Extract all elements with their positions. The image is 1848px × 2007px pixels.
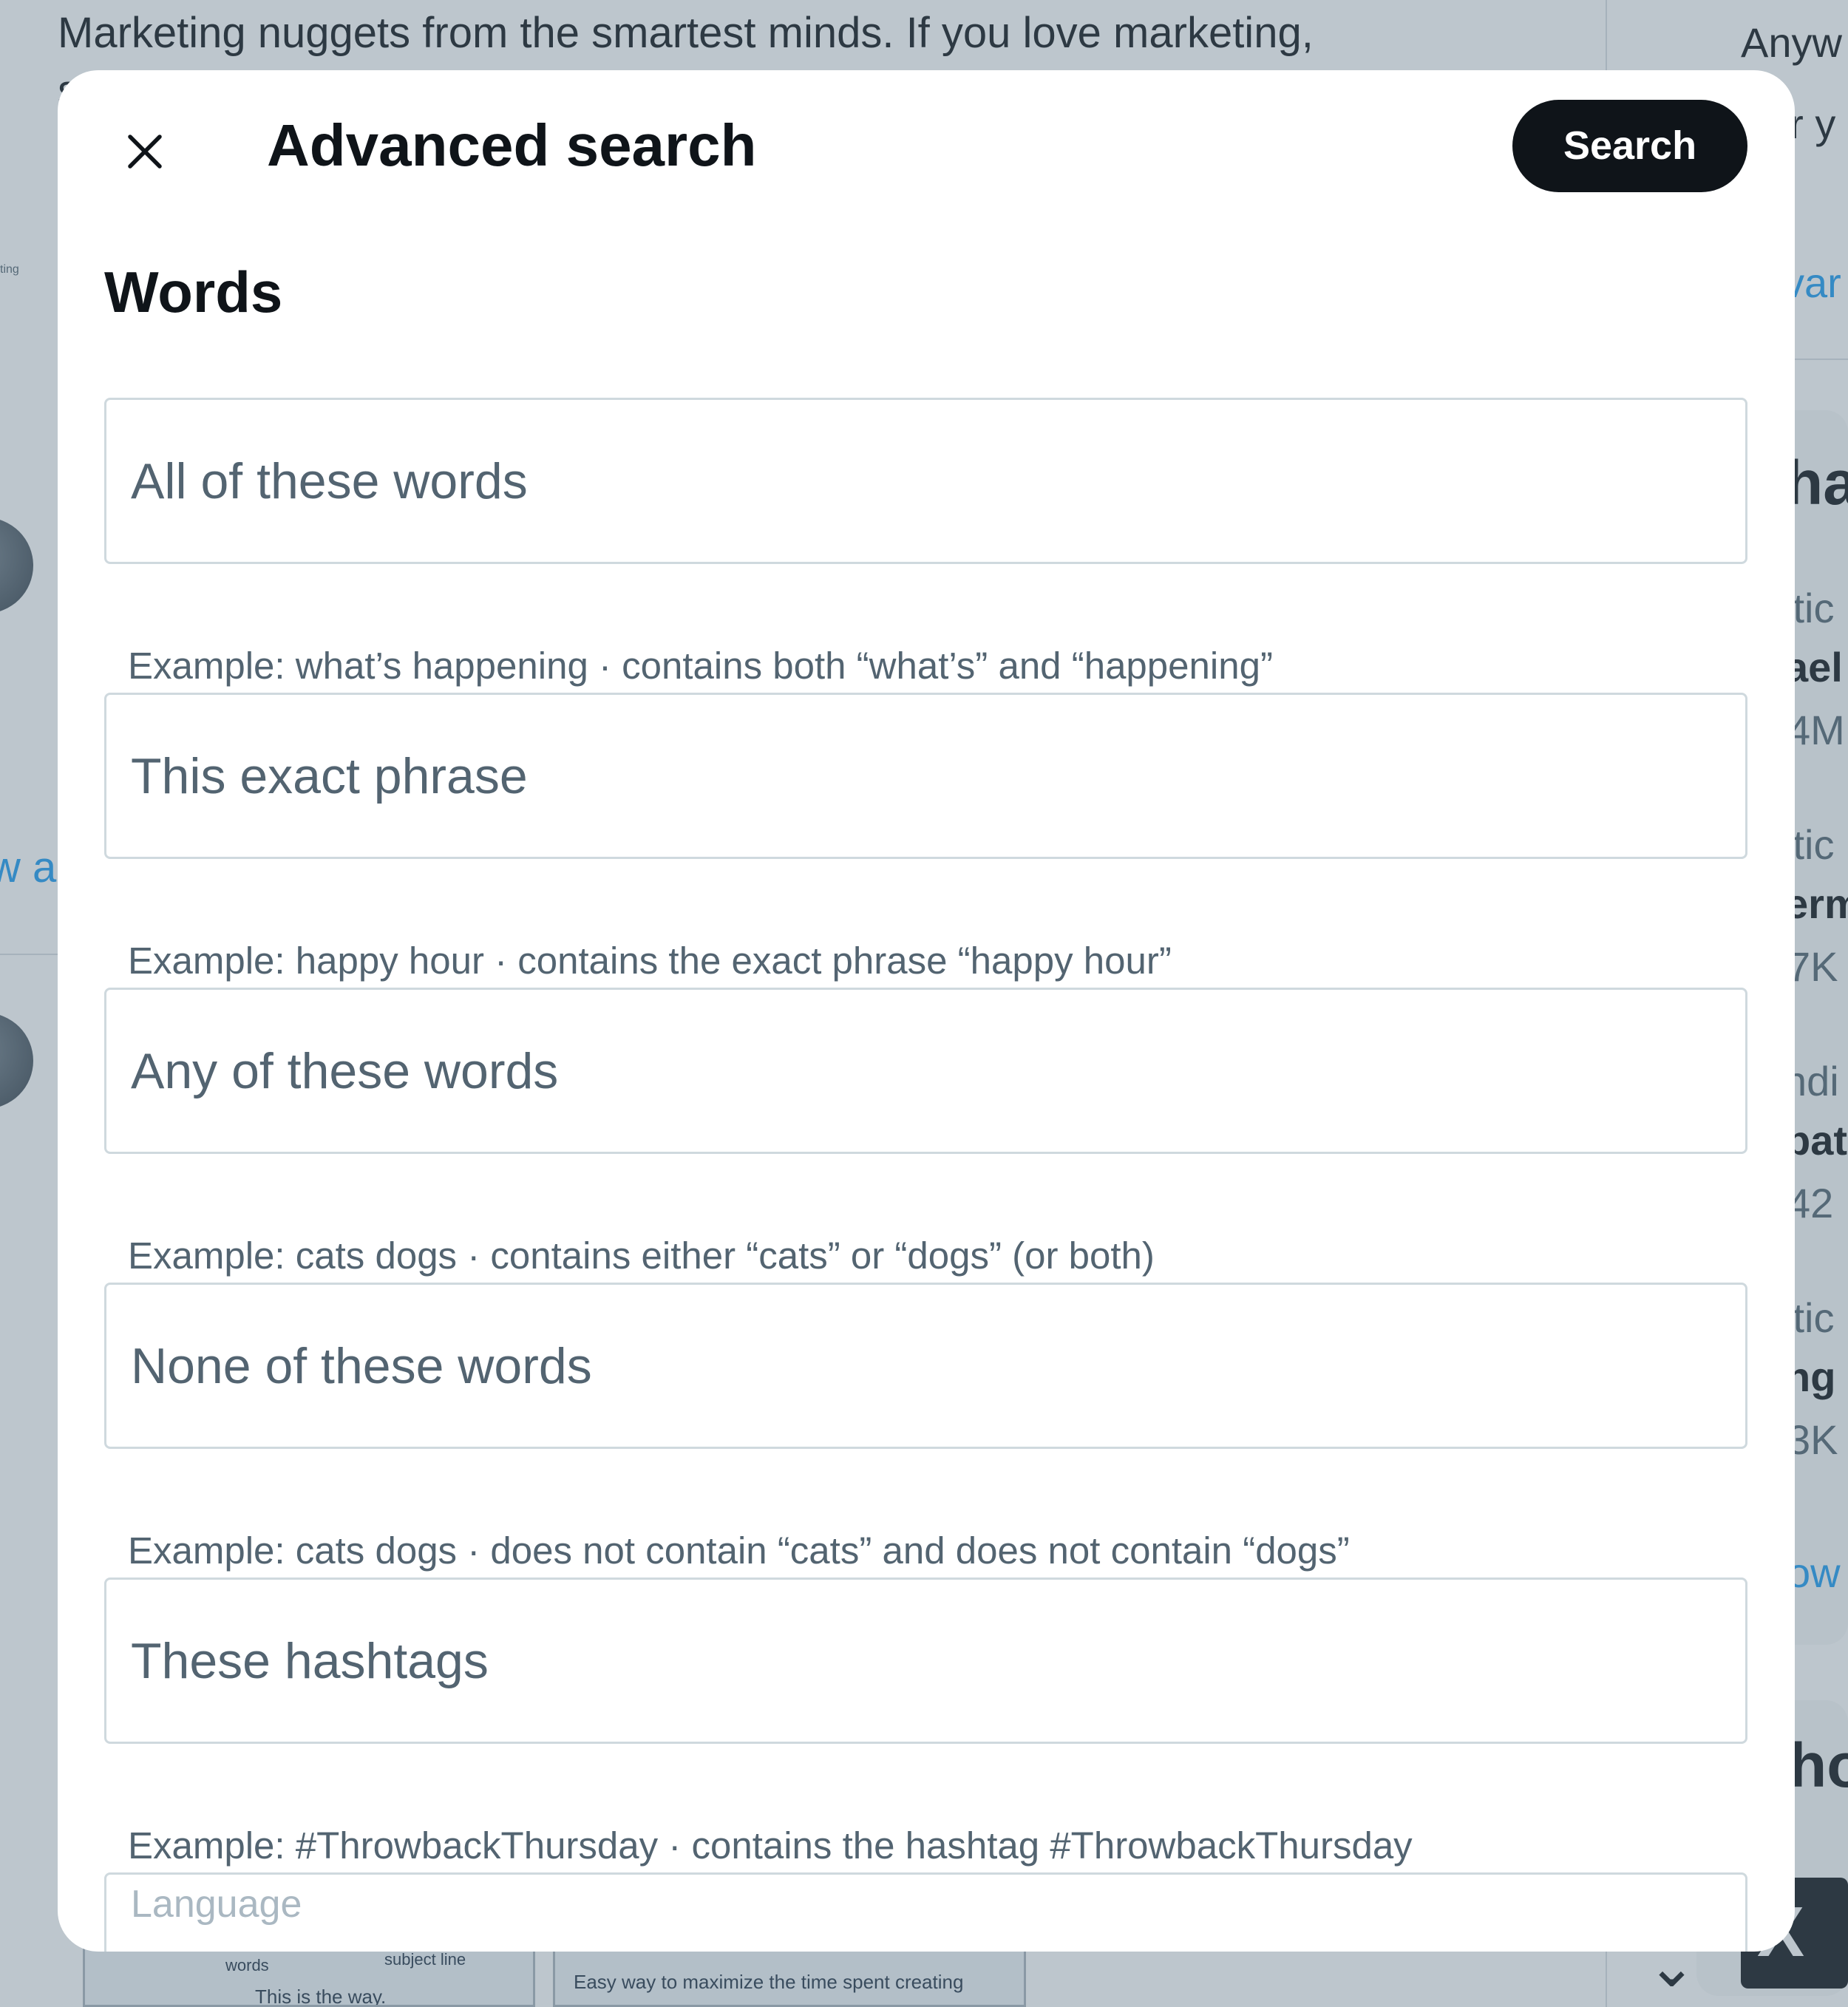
- language-label: Language: [131, 1883, 302, 1926]
- any-words-field[interactable]: [104, 988, 1747, 1154]
- all-words-input[interactable]: [106, 400, 1745, 562]
- section-title-words: Words: [104, 259, 283, 325]
- none-words-input[interactable]: [106, 1285, 1745, 1447]
- dialog-header: Advanced search Search: [58, 70, 1795, 218]
- search-button[interactable]: Search: [1512, 100, 1747, 192]
- dialog-title: Advanced search: [267, 112, 757, 178]
- exact-phrase-field[interactable]: [104, 693, 1747, 859]
- all-words-hint: Example: what’s happening · contains bot…: [128, 645, 1273, 687]
- none-words-field[interactable]: [104, 1283, 1747, 1449]
- hashtags-input[interactable]: [106, 1580, 1745, 1742]
- advanced-search-dialog: Advanced search Search Words Example: wh…: [58, 70, 1795, 1952]
- hashtags-field[interactable]: [104, 1578, 1747, 1744]
- all-words-field[interactable]: [104, 398, 1747, 564]
- close-icon: [128, 135, 162, 169]
- exact-phrase-input[interactable]: [106, 695, 1745, 857]
- close-button[interactable]: [101, 107, 189, 196]
- none-words-hint: Example: cats dogs · does not contain “c…: [128, 1529, 1350, 1572]
- any-words-hint: Example: cats dogs · contains either “ca…: [128, 1235, 1155, 1277]
- any-words-input[interactable]: [106, 990, 1745, 1152]
- language-select[interactable]: Language: [104, 1872, 1747, 1952]
- exact-phrase-hint: Example: happy hour · contains the exact…: [128, 940, 1172, 982]
- hashtags-hint: Example: #ThrowbackThursday · contains t…: [128, 1824, 1413, 1867]
